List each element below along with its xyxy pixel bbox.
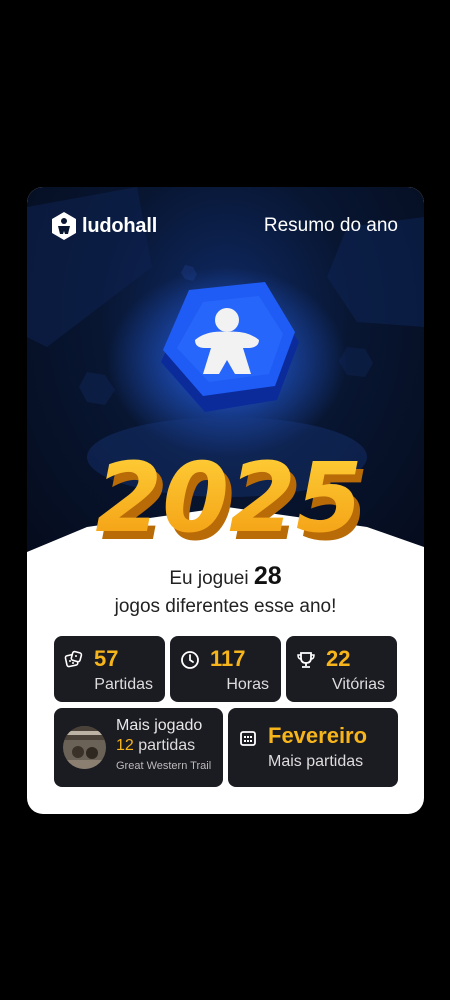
most-played-title: Mais jogado [116, 717, 203, 734]
page-title: Resumo do ano [263, 215, 398, 236]
most-played-count: 12 partidas [116, 737, 195, 755]
stat-value: 117 [210, 646, 246, 671]
top-month-value: Fevereiro [268, 723, 368, 748]
stat-label: Horas [226, 676, 269, 693]
most-played-count-suffix: partidas [138, 737, 196, 754]
meeple-logo-icon [52, 212, 76, 240]
summary-prefix: Eu joguei [169, 568, 249, 589]
brand-name: ludohall [82, 214, 158, 237]
year-2025-graphic: 2025 2025 [95, 442, 368, 557]
dice-icon [64, 650, 83, 668]
calendar-icon [240, 731, 256, 746]
stat-value: 57 [94, 646, 119, 671]
game-cover-thumbnail [63, 726, 106, 769]
games-played-summary: Eu joguei 28 jogos diferentes esse ano! [27, 562, 424, 621]
top-month-card: Fevereiro Mais partidas [228, 708, 398, 787]
most-played-game-name: Great Western Trail [116, 760, 212, 772]
summary-suffix: jogos diferentes esse ano! [114, 596, 337, 617]
top-month-label: Mais partidas [268, 753, 364, 770]
stat-hours: 117 Horas [170, 636, 281, 702]
hero-banner: ludohall Resumo do ano 2025 2025 [27, 187, 424, 557]
most-played-count-number: 12 [116, 737, 134, 754]
clock-icon [181, 651, 199, 669]
stat-wins: 22 Vitórias [286, 636, 397, 702]
stat-value: 22 [326, 646, 351, 671]
ludohall-logo: ludohall [52, 212, 157, 240]
meeple-hex-badge-icon [161, 282, 299, 412]
stat-label: Vitórias [331, 676, 385, 693]
stat-label: Partidas [94, 676, 153, 693]
year-summary-card: ludohall Resumo do ano 2025 2025 Eu jogu… [27, 187, 424, 814]
year-label: 2025 [95, 442, 362, 554]
unique-games-count: 28 [253, 562, 282, 590]
trophy-icon [297, 652, 315, 668]
stat-matches: 57 Partidas [54, 636, 165, 702]
most-played-card: Mais jogado 12 partidas Great Western Tr… [54, 708, 223, 787]
